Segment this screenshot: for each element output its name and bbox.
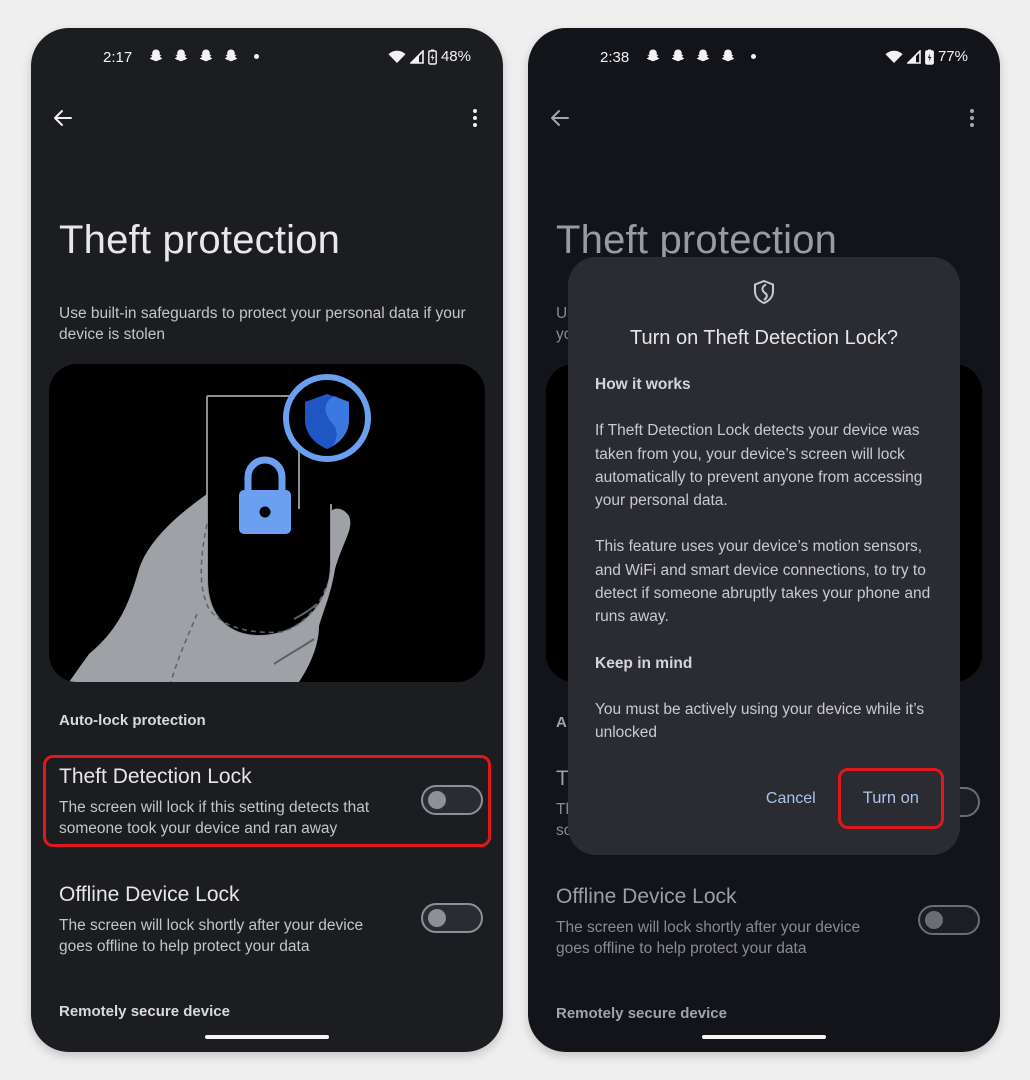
status-bar: 2:38 77% (528, 28, 1000, 88)
wifi-icon (388, 50, 406, 63)
notification-icons (148, 48, 259, 64)
toggle-knob (428, 791, 446, 809)
section-heading-how-it-works: How it works (595, 376, 691, 393)
more-options-icon[interactable] (463, 106, 487, 130)
status-time: 2:38 (600, 49, 630, 66)
page-title: Theft protection (59, 218, 341, 262)
section-heading-keep-in-mind: Keep in mind (595, 654, 693, 672)
snapchat-icon (721, 49, 735, 62)
setting-offline-device-lock[interactable]: Offline Device Lock The screen will lock… (540, 875, 988, 967)
section-header-auto-lock: Auto-lock protection (59, 712, 206, 729)
dialog-paragraph: You must be actively using your device w… (595, 700, 925, 742)
section-header-remote: Remotely secure device (59, 1003, 230, 1020)
section-header-auto-lock: A (556, 714, 567, 731)
theft-detection-lock-toggle[interactable] (421, 785, 483, 815)
more-options-icon[interactable] (960, 106, 984, 130)
dialog-actions: Cancel Turn on (754, 768, 944, 829)
snapchat-icon (174, 49, 188, 62)
status-bar: 2:17 48% (31, 28, 503, 88)
battery-charging-icon (428, 49, 437, 65)
hero-illustration (49, 364, 485, 682)
snapchat-icon (646, 49, 660, 62)
gesture-nav-handle[interactable] (205, 1035, 329, 1039)
notification-icons (645, 48, 756, 64)
setting-description: The screen will lock shortly after your … (59, 917, 364, 955)
hand-holding-phone-illustration (69, 374, 371, 682)
setting-description: The screen will lock if this setting det… (59, 799, 370, 837)
setting-title: T (556, 767, 569, 790)
status-time: 2:17 (103, 49, 133, 66)
snapchat-icon (199, 49, 213, 62)
setting-title: Offline Device Lock (59, 883, 240, 906)
shield-icon (754, 279, 774, 305)
dialog-title: Turn on Theft Detection Lock? (630, 327, 898, 349)
phone-screen-dialog: 2:38 77% Theft protection Us yo A T Th s… (528, 28, 1000, 1052)
toggle-knob (428, 909, 446, 927)
dialog-paragraph: If Theft Detection Lock detects your dev… (595, 422, 923, 510)
phone-screen-settings: 2:17 48% Theft protection Use built-in s… (31, 28, 503, 1052)
setting-title: Offline Device Lock (556, 885, 737, 908)
back-arrow-icon[interactable] (51, 106, 75, 130)
snapchat-icon (696, 49, 710, 62)
snapchat-icon (224, 49, 238, 62)
system-icons: 48% (388, 48, 471, 65)
page-description: Use built-in safeguards to protect your … (59, 305, 466, 343)
dialog-paragraph: This feature uses your device’s motion s… (595, 538, 931, 626)
offline-device-lock-toggle[interactable] (421, 903, 483, 933)
wifi-icon (885, 50, 903, 63)
section-header-remote: Remotely secure device (556, 1005, 727, 1022)
battery-percent: 77% (937, 48, 968, 65)
more-notifications-dot (751, 53, 756, 59)
setting-offline-device-lock[interactable]: Offline Device Lock The screen will lock… (43, 873, 491, 965)
battery-percent: 48% (440, 48, 471, 65)
setting-theft-detection-lock[interactable]: Theft Detection Lock The screen will loc… (43, 755, 491, 847)
more-notifications-dot (254, 53, 259, 59)
setting-title: Theft Detection Lock (59, 765, 252, 788)
turn-on-highlight: Turn on (837, 768, 944, 829)
signal-icon (409, 49, 424, 64)
turn-on-button[interactable]: Turn on (863, 789, 919, 808)
system-icons: 77% (885, 48, 968, 65)
battery-charging-icon (925, 49, 934, 65)
gesture-nav-handle[interactable] (702, 1035, 826, 1039)
offline-device-lock-toggle[interactable] (918, 905, 980, 935)
signal-icon (906, 49, 921, 64)
back-arrow-icon[interactable] (548, 106, 572, 130)
snapchat-icon (149, 49, 163, 62)
toggle-knob (925, 911, 943, 929)
dialog-body: How it works If Theft Detection Lock det… (595, 373, 936, 768)
cancel-button[interactable]: Cancel (754, 780, 828, 818)
turn-on-theft-detection-dialog: Turn on Theft Detection Lock? How it wor… (568, 257, 960, 855)
setting-description: The screen will lock shortly after your … (556, 919, 861, 957)
snapchat-icon (671, 49, 685, 62)
